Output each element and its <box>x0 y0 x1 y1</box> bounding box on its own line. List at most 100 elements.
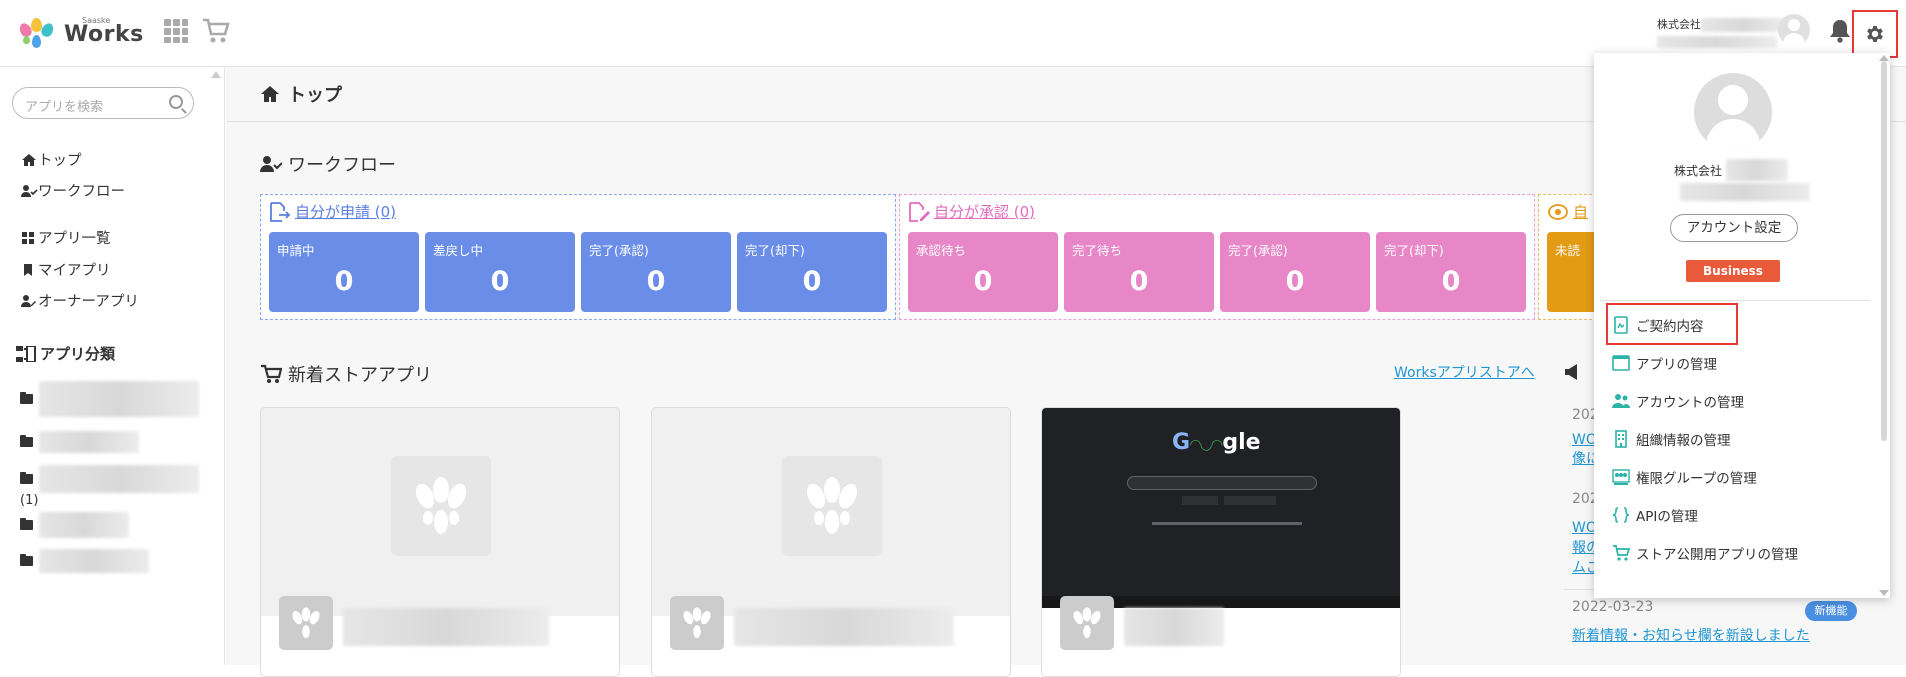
account-settings-button[interactable]: アカウント設定 <box>1670 214 1798 242</box>
unread-link[interactable]: 自 <box>1547 201 1588 222</box>
gear-icon <box>1867 26 1883 42</box>
user-edit-icon <box>21 294 36 307</box>
menu-item-permission-groups[interactable]: 権限グループの管理 <box>1612 467 1757 487</box>
user-check-icon <box>260 156 282 172</box>
store-cart-icon[interactable] <box>202 18 230 46</box>
workflow-card[interactable]: 申請中 0 <box>269 232 419 312</box>
category-item[interactable] <box>20 512 129 538</box>
app-icon <box>1060 596 1114 650</box>
category-item[interactable] <box>20 549 149 573</box>
store-app-card[interactable] <box>260 407 620 677</box>
menu-item-store-apps[interactable]: ストア公開用アプリの管理 <box>1612 543 1798 563</box>
folder-icon <box>20 435 33 447</box>
company-name-redacted <box>1701 18 1785 32</box>
workflow-card[interactable]: 完了(承認) 0 <box>1220 232 1370 312</box>
document-edit-icon <box>909 201 930 222</box>
menu-item-account-management[interactable]: アカウントの管理 <box>1612 391 1744 411</box>
dropdown-scrollbar[interactable] <box>1881 61 1887 441</box>
plan-badge: Business <box>1686 260 1780 282</box>
workflow-card[interactable]: 完了(却下) 0 <box>737 232 887 312</box>
google-search-bar <box>1127 476 1317 490</box>
apps-grid-icon[interactable] <box>162 18 190 46</box>
menu-item-api[interactable]: APIの管理 <box>1612 505 1698 525</box>
app-search-input[interactable]: アプリを検索 <box>12 87 194 119</box>
workflow-card[interactable]: 完了(承認) 0 <box>581 232 731 312</box>
braces-icon <box>1612 507 1630 523</box>
applied-link[interactable]: 自分が申請 (0) <box>269 201 396 222</box>
sidebar-item-app-list[interactable]: アプリ一覧 <box>20 227 111 248</box>
workflow-card[interactable]: 完了待ち 0 <box>1064 232 1214 312</box>
grid-icon <box>22 231 34 244</box>
menu-item-app-management[interactable]: アプリの管理 <box>1612 353 1717 373</box>
contract-icon <box>1614 316 1628 334</box>
app-name-redacted <box>734 608 954 646</box>
page-title: トップ <box>260 81 342 107</box>
category-name-redacted <box>39 465 199 493</box>
users-icon <box>1612 394 1630 408</box>
user-name-redacted <box>1657 36 1777 48</box>
store-link[interactable]: Worksアプリストアへ <box>1394 362 1535 382</box>
logo-mark-icon <box>17 17 58 51</box>
workflow-card[interactable]: 完了(却下) 0 <box>1376 232 1526 312</box>
category-name-redacted <box>39 431 139 453</box>
document-arrow-icon <box>270 201 291 222</box>
sidebar-scroll-up[interactable] <box>211 71 221 78</box>
app-placeholder-logo <box>391 456 491 556</box>
sidebar-item-my-apps[interactable]: マイアプリ <box>20 259 111 280</box>
folder-icon <box>20 472 33 484</box>
dropdown-scroll-down[interactable] <box>1879 590 1889 596</box>
building-icon <box>1615 430 1627 448</box>
store-app-card[interactable]: G◠◡◠gle <box>1041 407 1401 677</box>
user-avatar[interactable] <box>1778 14 1810 46</box>
company-name: 株式会社 <box>1657 16 1785 51</box>
google-logo-text: G◠◡◠gle <box>1172 430 1261 455</box>
eye-icon <box>1548 203 1568 220</box>
workflow-card[interactable]: 承認待ち 0 <box>908 232 1058 312</box>
category-item[interactable] <box>20 381 199 417</box>
app-icon <box>670 596 724 650</box>
cart-icon <box>261 364 282 383</box>
category-item[interactable] <box>20 431 139 453</box>
store-app-card[interactable] <box>651 407 1011 677</box>
menu-item-contract[interactable]: ご契約内容 <box>1612 315 1704 335</box>
window-icon <box>1612 355 1630 371</box>
sidebar-item-workflow[interactable]: ワークフロー <box>20 180 125 201</box>
news-link[interactable]: 新着情報・お知らせ欄を新設しました <box>1572 625 1810 645</box>
settings-button[interactable] <box>1852 10 1898 58</box>
megaphone-icon <box>1564 363 1582 385</box>
profile-avatar <box>1694 73 1772 151</box>
settings-dropdown: 株式会社 アカウント設定 Business ご契約内容 アプリの管理 アカウント… <box>1594 53 1890 598</box>
app-icon <box>279 596 333 650</box>
works-logo[interactable]: Saaske Works <box>17 14 144 54</box>
app-name-redacted <box>1124 608 1224 646</box>
logo-small-text: Saaske <box>82 15 111 25</box>
sidebar: アプリを検索 トップ ワークフロー アプリ一覧 マイアプリ オーナーアプリ アプ… <box>0 67 225 665</box>
home-icon <box>261 86 279 102</box>
folder-icon <box>20 554 33 566</box>
workflow-card[interactable]: 差戻し中 0 <box>425 232 575 312</box>
dropdown-company: 株式会社 <box>1674 159 1789 181</box>
cart-icon <box>1613 545 1630 561</box>
app-placeholder-logo <box>782 456 882 556</box>
category-tree-icon <box>16 345 36 362</box>
store-heading: 新着ストアアプリ <box>260 361 432 387</box>
folder-icon <box>20 392 33 404</box>
company-name-redacted <box>1726 159 1789 181</box>
workflow-group-applied: 自分が申請 (0) 申請中 0 差戻し中 0 完了(承認) 0 完了(却下) 0 <box>260 194 896 320</box>
category-count: (1) <box>20 493 39 508</box>
category-item[interactable]: (1) <box>20 465 199 508</box>
workflow-group-approve: 自分が承認 (0) 承認待ち 0 完了待ち 0 完了(承認) 0 完了(却下) 0 <box>899 194 1535 320</box>
category-name-redacted <box>39 549 149 573</box>
group-icon <box>1612 469 1630 485</box>
new-feature-badge: 新機能 <box>1805 601 1857 621</box>
sidebar-item-owner-apps[interactable]: オーナーアプリ <box>20 290 139 311</box>
menu-item-organization[interactable]: 組織情報の管理 <box>1612 429 1731 449</box>
bell-icon[interactable] <box>1828 18 1852 44</box>
search-icon <box>169 95 183 109</box>
approve-link[interactable]: 自分が承認 (0) <box>908 201 1035 222</box>
user-name-redacted <box>1680 183 1810 201</box>
home-icon <box>22 153 36 166</box>
app-name-redacted <box>343 608 549 646</box>
workflow-heading: ワークフロー <box>260 151 396 177</box>
sidebar-item-top[interactable]: トップ <box>20 149 82 170</box>
